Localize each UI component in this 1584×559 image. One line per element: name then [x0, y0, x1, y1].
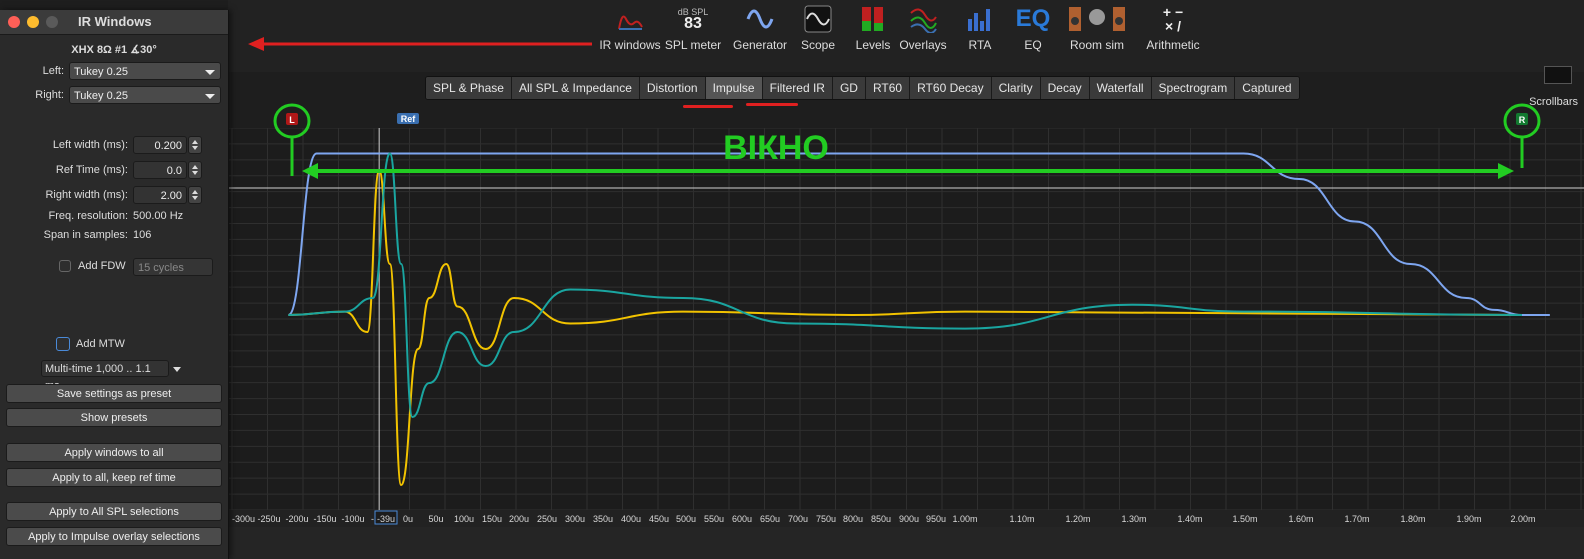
show-presets-button[interactable]: Show presets: [6, 408, 222, 427]
ref-marker-label: Ref: [401, 114, 417, 124]
right-width-field[interactable]: 2.00: [133, 186, 187, 204]
x-tick-label: 700u: [788, 514, 808, 524]
x-tick-label: 50u: [428, 514, 443, 524]
add-mtw-label: Add MTW: [76, 338, 125, 350]
minimize-button[interactable]: [27, 16, 39, 28]
x-tick-label: 0u: [403, 514, 413, 524]
fdw-cycles-value: 15 cycles: [138, 262, 184, 274]
x-tick-label: 1.40m: [1177, 514, 1202, 524]
x-tick-label: 200u: [509, 514, 529, 524]
x-tick-label: 400u: [621, 514, 641, 524]
left-width-field[interactable]: 0.200: [133, 136, 187, 154]
window-arrow-left: [302, 163, 318, 179]
x-tick-label: 2.00m: [1510, 514, 1535, 524]
span-value: 106: [133, 229, 152, 241]
x-tick-label: 1.00m: [952, 514, 977, 524]
x-tick-label: 950u: [926, 514, 946, 524]
x-tick-label: 1.60m: [1288, 514, 1313, 524]
freq-resolution-value: 500.00 Hz: [133, 210, 184, 222]
apply-spl-selections-button[interactable]: Apply to All SPL selections: [6, 502, 222, 521]
x-tick-label: 600u: [732, 514, 752, 524]
span-label: Span in samples:: [43, 229, 128, 241]
x-tick-label: -150u: [313, 514, 336, 524]
x-tick-label: 850u: [871, 514, 891, 524]
chevron-down-icon: [205, 70, 215, 75]
x-tick-label: 1.70m: [1344, 514, 1369, 524]
right-width-label: Right width (ms):: [45, 189, 128, 201]
apply-windows-all-button[interactable]: Apply windows to all: [6, 443, 222, 462]
close-button[interactable]: [8, 16, 20, 28]
zoom-button[interactable]: [46, 16, 58, 28]
x-tick-label: 100u: [454, 514, 474, 524]
x-tick-label: 550u: [704, 514, 724, 524]
add-fdw-checkbox[interactable]: [59, 260, 71, 272]
left-width-label: Left width (ms):: [52, 139, 128, 151]
apply-impulse-overlay-button[interactable]: Apply to Impulse overlay selections: [6, 527, 222, 546]
x-tick-label: 650u: [760, 514, 780, 524]
ref-time-field[interactable]: 0.0: [133, 161, 187, 179]
chevron-down-icon: [173, 367, 181, 372]
x-tick-label: -200u: [285, 514, 308, 524]
measurement-name: XHX 8Ω #1 ∡30°: [71, 44, 157, 56]
chevron-down-icon: [205, 94, 215, 99]
x-tick-label: 1.30m: [1121, 514, 1146, 524]
save-preset-button[interactable]: Save settings as preset: [6, 384, 222, 403]
left-window-label: Left:: [42, 65, 64, 77]
right-width-stepper[interactable]: [188, 186, 202, 204]
x-tick-label: 1.50m: [1232, 514, 1257, 524]
x-tick-label: 1.20m: [1065, 514, 1090, 524]
x-tick-label: 150u: [482, 514, 502, 524]
left-width-stepper[interactable]: [188, 136, 202, 154]
left-marker-label: L: [289, 115, 295, 125]
fdw-cycles-select[interactable]: 15 cycles: [133, 258, 213, 276]
freq-resolution-label: Freq. resolution:: [48, 210, 128, 222]
ref-time-label: Ref Time (ms):: [55, 164, 128, 176]
x-tick-label: 1.90m: [1456, 514, 1481, 524]
x-tick-label: 750u: [816, 514, 836, 524]
x-tick-label: -39u: [377, 514, 395, 524]
x-tick-label: 1.10m: [1009, 514, 1034, 524]
apply-all-keep-ref-button[interactable]: Apply to all, keep ref time: [6, 468, 222, 487]
x-tick-label: 250u: [537, 514, 557, 524]
ref-time-stepper[interactable]: [188, 161, 202, 179]
window-arrow-right: [1498, 163, 1514, 179]
x-tick-label: -300u: [232, 514, 255, 524]
x-tick-label: -100u: [341, 514, 364, 524]
right-marker-label: R: [1519, 115, 1526, 125]
window-annotation-text: ВІКНО: [723, 129, 829, 167]
window-title: IR Windows: [78, 14, 152, 29]
x-tick-label: 450u: [649, 514, 669, 524]
annotation-overlay: ВІКНО L R Ref: [248, 37, 1541, 179]
x-tick-label: 800u: [843, 514, 863, 524]
add-mtw-checkbox[interactable]: [56, 337, 70, 351]
right-window-label: Right:: [35, 89, 64, 101]
ir-windows-panel: IR Windows XHX 8Ω #1 ∡30° Left: Tukey 0.…: [0, 10, 229, 559]
horizontal-scrollbar[interactable]: [229, 527, 1584, 559]
red-arrowhead: [248, 37, 264, 51]
x-tick-label: 350u: [593, 514, 613, 524]
x-tick-label: 300u: [565, 514, 585, 524]
left-window-value: Tukey 0.25: [74, 66, 129, 78]
x-tick-label: -250u: [257, 514, 280, 524]
x-tick-label: 900u: [899, 514, 919, 524]
multitime-select[interactable]: Multi-time 1,000 .. 1.1 ms: [41, 360, 169, 392]
left-window-select[interactable]: Tukey 0.25: [69, 62, 221, 80]
right-window-select[interactable]: Tukey 0.25: [69, 86, 221, 104]
window-titlebar: IR Windows: [0, 10, 228, 35]
right-window-value: Tukey 0.25: [74, 90, 129, 102]
add-fdw-label: Add FDW: [78, 260, 126, 272]
x-axis-bar: -300u-250u-200u-150u-100u-50u-39u0u50u10…: [229, 510, 1584, 527]
x-tick-label: 1.80m: [1400, 514, 1425, 524]
x-tick-label: 500u: [676, 514, 696, 524]
